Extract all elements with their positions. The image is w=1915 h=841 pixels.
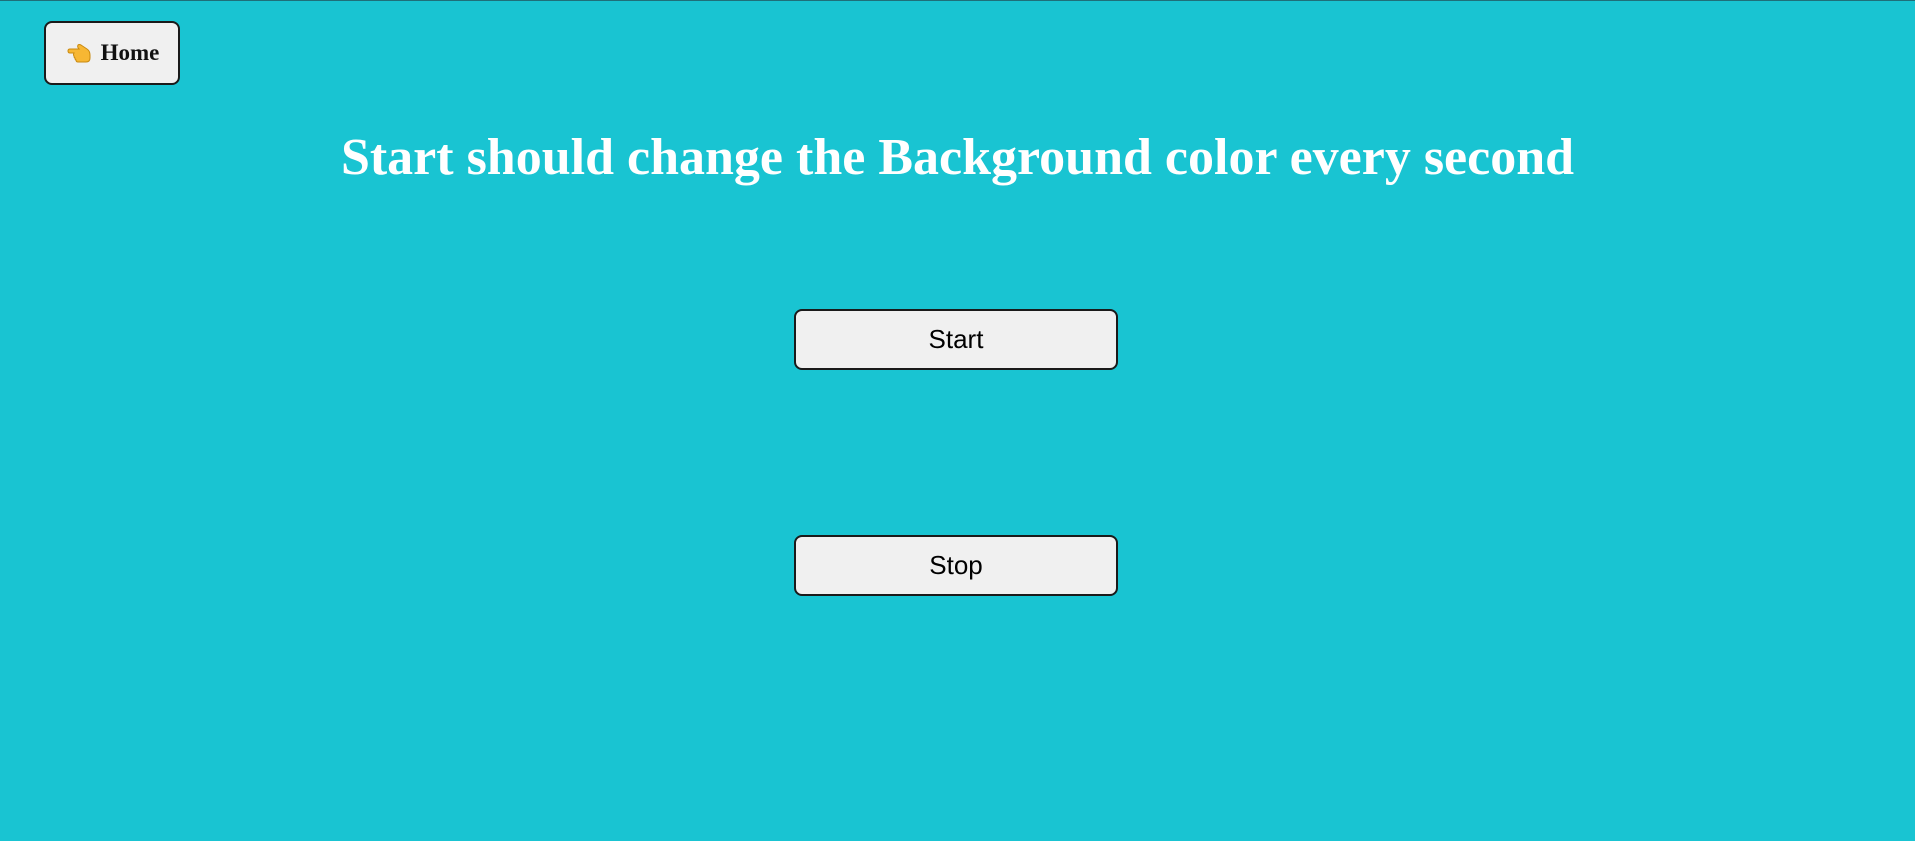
home-button[interactable]: Home bbox=[44, 21, 180, 85]
stop-button[interactable]: Stop bbox=[794, 535, 1118, 596]
pointing-hand-icon bbox=[65, 39, 93, 67]
page-title: Start should change the Background color… bbox=[340, 129, 1575, 186]
start-button[interactable]: Start bbox=[794, 309, 1118, 370]
home-button-label: Home bbox=[100, 40, 160, 65]
